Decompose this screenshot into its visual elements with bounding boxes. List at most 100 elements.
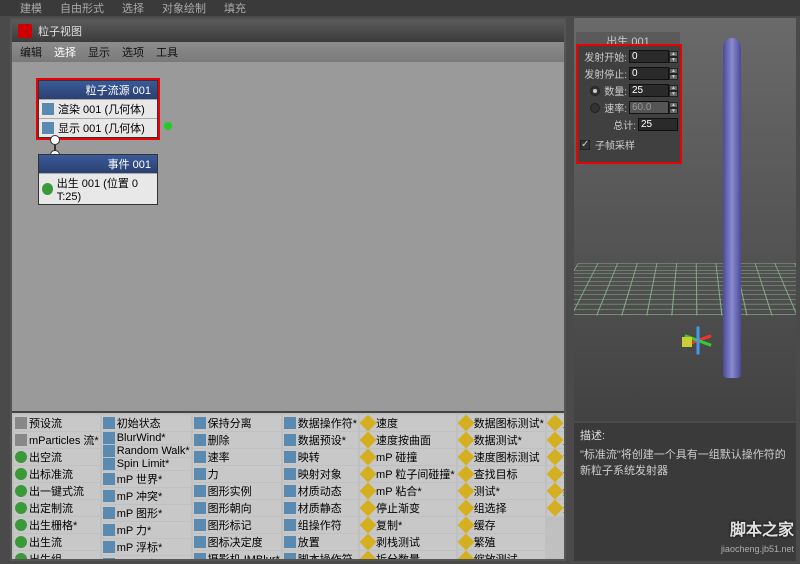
depot-operator[interactable]: 预设流 bbox=[14, 415, 100, 431]
depot-operator[interactable]: mP 冲突* bbox=[102, 488, 191, 504]
depot-operator[interactable]: 速率 bbox=[193, 449, 281, 465]
depot-operator[interactable]: 力 bbox=[193, 466, 281, 482]
menu-select[interactable]: 选择 bbox=[54, 44, 76, 60]
depot-operator[interactable]: 映射对象 bbox=[283, 466, 358, 482]
spinner-down[interactable]: ▼ bbox=[669, 74, 678, 80]
depot-operator[interactable]: 图形朝向 bbox=[193, 500, 281, 516]
depot-operator[interactable]: 剥栈测试 bbox=[360, 534, 456, 550]
emit-stop-input[interactable] bbox=[629, 67, 669, 80]
depot-operator[interactable]: 删除 bbox=[193, 432, 281, 448]
description-panel: 描述: "标准流"将创建一个具有一组默认操作符的新粒子系统发射器 bbox=[574, 423, 796, 561]
dialog-titlebar[interactable]: 粒子视图 bbox=[12, 20, 564, 42]
depot-operator[interactable]: 图形标记 bbox=[193, 517, 281, 533]
depot-operator[interactable]: 测试* bbox=[458, 483, 545, 499]
depot-operator[interactable]: 组操作符 bbox=[283, 517, 358, 533]
depot-operator[interactable]: 缓存磁盘 bbox=[547, 483, 564, 499]
depot-operator[interactable]: 脚本操作符 bbox=[283, 551, 358, 559]
depot-operator[interactable]: 放置 bbox=[283, 534, 358, 550]
depot-operator[interactable]: 出标准流 bbox=[14, 466, 100, 482]
depot-operator[interactable]: 拆分数量 bbox=[360, 551, 456, 559]
depot-operator[interactable]: 复制* bbox=[360, 517, 456, 533]
depot-operator[interactable]: 保持分离 bbox=[193, 415, 281, 431]
depot-operator[interactable]: 出生栅格* bbox=[14, 517, 100, 533]
depot-operator[interactable]: 速度 bbox=[360, 415, 456, 431]
menu-options[interactable]: 选项 bbox=[122, 44, 144, 60]
depot-operator[interactable]: 组选择 bbox=[458, 500, 545, 516]
node-operator-row[interactable]: 渲染 001 (几何体) bbox=[39, 99, 157, 118]
depot-operator[interactable]: 停止渐变 bbox=[360, 500, 456, 516]
spinner-down[interactable]: ▼ bbox=[669, 91, 678, 97]
depot-operator[interactable]: mParticles 流* bbox=[14, 432, 100, 448]
depot-operator[interactable]: 注释 bbox=[547, 449, 564, 465]
depot-operator[interactable]: 摄影机 IMBlur* bbox=[193, 551, 281, 559]
depot-operator[interactable]: 出一键式流 bbox=[14, 483, 100, 499]
depot-operator[interactable]: Random Walk* bbox=[102, 445, 191, 457]
top-tab[interactable]: 填充 bbox=[224, 0, 246, 16]
depot-operator[interactable]: 材质静态 bbox=[283, 500, 358, 516]
subframe-checkbox[interactable] bbox=[580, 140, 590, 150]
menu-edit[interactable]: 编辑 bbox=[20, 44, 42, 60]
depot-operator[interactable]: 数据测试* bbox=[458, 432, 545, 448]
depot-operator[interactable]: 渲染 bbox=[547, 466, 564, 482]
depot-operator[interactable]: 数据预设* bbox=[283, 432, 358, 448]
top-tab[interactable]: 对象绘制 bbox=[162, 0, 206, 16]
operator-icon bbox=[15, 485, 27, 497]
node-title[interactable]: 粒子流源 001 bbox=[39, 81, 157, 99]
depot-operator[interactable]: Spin Limit* bbox=[102, 458, 191, 470]
transform-gizmo[interactable] bbox=[676, 321, 716, 361]
emitter-geometry[interactable] bbox=[723, 38, 741, 378]
node-title[interactable]: 事件 001 bbox=[39, 155, 157, 173]
depot-operator[interactable]: 图标决定度 bbox=[193, 534, 281, 550]
depot-operator[interactable]: mP 粒子间碰撞* bbox=[360, 466, 456, 482]
depot-operator[interactable]: 材质动态 bbox=[283, 483, 358, 499]
total-input[interactable] bbox=[638, 118, 678, 131]
depot-operator[interactable]: mP 粘合* bbox=[360, 483, 456, 499]
depot-operator[interactable]: 初始状态 bbox=[102, 415, 191, 431]
depot-operator[interactable]: 数据图标测试* bbox=[458, 415, 545, 431]
particle-graph[interactable]: 粒子流源 001 渲染 001 (几何体) 显示 001 (几何体) 事件 00… bbox=[12, 62, 564, 411]
menu-tools[interactable]: 工具 bbox=[156, 44, 178, 60]
depot-operator[interactable]: mP 图形* bbox=[102, 505, 191, 521]
ground-grid bbox=[574, 263, 796, 315]
menu-display[interactable]: 显示 bbox=[88, 44, 110, 60]
output-socket[interactable] bbox=[164, 122, 172, 130]
depot-operator[interactable]: 缩放测试 bbox=[458, 551, 545, 559]
amount-input[interactable] bbox=[629, 84, 669, 97]
node-operator-row[interactable]: 出生 001 (位置 0 T:25) bbox=[39, 173, 157, 204]
depot-operator[interactable]: 选存选择性 bbox=[547, 500, 564, 516]
depot-operator[interactable]: 速度图标测试 bbox=[458, 449, 545, 465]
depot-operator[interactable]: BlurWind* bbox=[102, 432, 191, 444]
depot-operator[interactable]: 速度按曲面 bbox=[360, 432, 456, 448]
top-tab[interactable]: 自由形式 bbox=[60, 0, 104, 16]
depot-operator[interactable]: mP 世界* bbox=[102, 471, 191, 487]
depot-operator[interactable]: mP 力* bbox=[102, 522, 191, 538]
depot-operator[interactable]: 图形实例 bbox=[193, 483, 281, 499]
emit-start-label: 发射开始: bbox=[584, 49, 627, 64]
depot-operator[interactable]: mP 碰撞 bbox=[360, 449, 456, 465]
emit-start-input[interactable] bbox=[629, 50, 669, 63]
output-connector[interactable] bbox=[50, 135, 60, 145]
depot-operator[interactable]: 查找目标 bbox=[458, 466, 545, 482]
amount-radio[interactable] bbox=[590, 86, 600, 96]
node-operator-row[interactable]: 显示 001 (几何体) bbox=[39, 118, 157, 137]
depot-operator[interactable]: 缓存 bbox=[458, 517, 545, 533]
depot-operator[interactable]: 出生组 bbox=[14, 551, 100, 559]
operator-icon bbox=[360, 551, 376, 559]
flow-source-node[interactable]: 粒子流源 001 渲染 001 (几何体) 显示 001 (几何体) bbox=[38, 80, 158, 138]
depot-operator[interactable]: 出定制流 bbox=[14, 500, 100, 516]
rate-radio[interactable] bbox=[590, 103, 600, 113]
top-tab[interactable]: 建模 bbox=[20, 0, 42, 16]
event-node[interactable]: 事件 001 出生 001 (位置 0 T:25) bbox=[38, 154, 158, 205]
depot-operator[interactable]: mP 浮标* bbox=[102, 539, 191, 555]
depot-operator[interactable]: 数据操作符* bbox=[283, 415, 358, 431]
depot-operator[interactable]: mP 阻力* bbox=[102, 556, 191, 559]
depot-operator[interactable]: 繁殖 bbox=[458, 534, 545, 550]
operator-icon bbox=[15, 536, 27, 548]
depot-operator[interactable]: 显示脚本* bbox=[547, 432, 564, 448]
top-tab[interactable]: 选择 bbox=[122, 0, 144, 16]
spinner-down[interactable]: ▼ bbox=[669, 57, 678, 63]
depot-operator[interactable]: 显示数据* bbox=[547, 415, 564, 431]
depot-operator[interactable]: 出生流 bbox=[14, 534, 100, 550]
depot-operator[interactable]: 出空流 bbox=[14, 449, 100, 465]
depot-operator[interactable]: 映转 bbox=[283, 449, 358, 465]
